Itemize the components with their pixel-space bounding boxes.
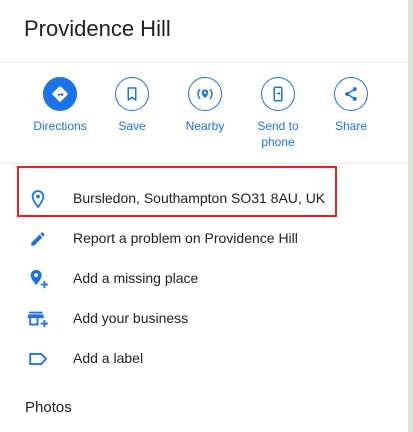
- add-missing-place-text: Add a missing place: [73, 270, 199, 286]
- directions-button[interactable]: Directions: [23, 77, 97, 134]
- pencil-icon: [26, 227, 50, 251]
- add-label-text: Add a label: [73, 350, 144, 366]
- send-to-phone-label: Send to phone: [257, 119, 299, 149]
- photos-heading: Photos: [25, 399, 72, 416]
- nearby-icon: [188, 77, 222, 111]
- address-row[interactable]: Bursledon, Southampton SO31 8AU, UK: [0, 179, 408, 219]
- share-label: Share: [334, 119, 368, 133]
- location-pin-icon: [26, 187, 50, 211]
- share-icon: [334, 77, 368, 111]
- add-place-icon: [26, 267, 50, 291]
- report-problem-text: Report a problem on Providence Hill: [73, 230, 298, 246]
- nearby-button[interactable]: Nearby: [168, 77, 242, 134]
- label-icon: [26, 347, 50, 371]
- report-problem-row[interactable]: Report a problem on Providence Hill: [0, 219, 408, 259]
- place-panel: Providence Hill Directions Save Nearby S…: [0, 0, 409, 432]
- directions-icon: [43, 77, 77, 111]
- place-title: Providence Hill: [24, 16, 171, 41]
- address-text: Bursledon, Southampton SO31 8AU, UK: [73, 190, 326, 206]
- directions-label: Directions: [33, 119, 87, 133]
- map-edge[interactable]: [408, 0, 413, 432]
- share-button[interactable]: Share: [314, 77, 388, 134]
- place-header: Providence Hill: [0, 0, 408, 63]
- phone-icon: [261, 77, 295, 111]
- add-business-text: Add your business: [73, 310, 189, 326]
- add-label-row[interactable]: Add a label: [0, 339, 408, 379]
- nearby-label: Nearby: [185, 119, 225, 133]
- send-to-phone-button[interactable]: Send to phone: [241, 77, 315, 150]
- bookmark-icon: [115, 77, 149, 111]
- action-bar: Directions Save Nearby Send to phone Sha…: [0, 63, 408, 164]
- storefront-add-icon: [26, 307, 50, 331]
- save-button[interactable]: Save: [95, 77, 169, 134]
- add-missing-place-row[interactable]: Add a missing place: [0, 259, 408, 299]
- add-business-row[interactable]: Add your business: [0, 299, 408, 339]
- save-label: Save: [118, 119, 146, 133]
